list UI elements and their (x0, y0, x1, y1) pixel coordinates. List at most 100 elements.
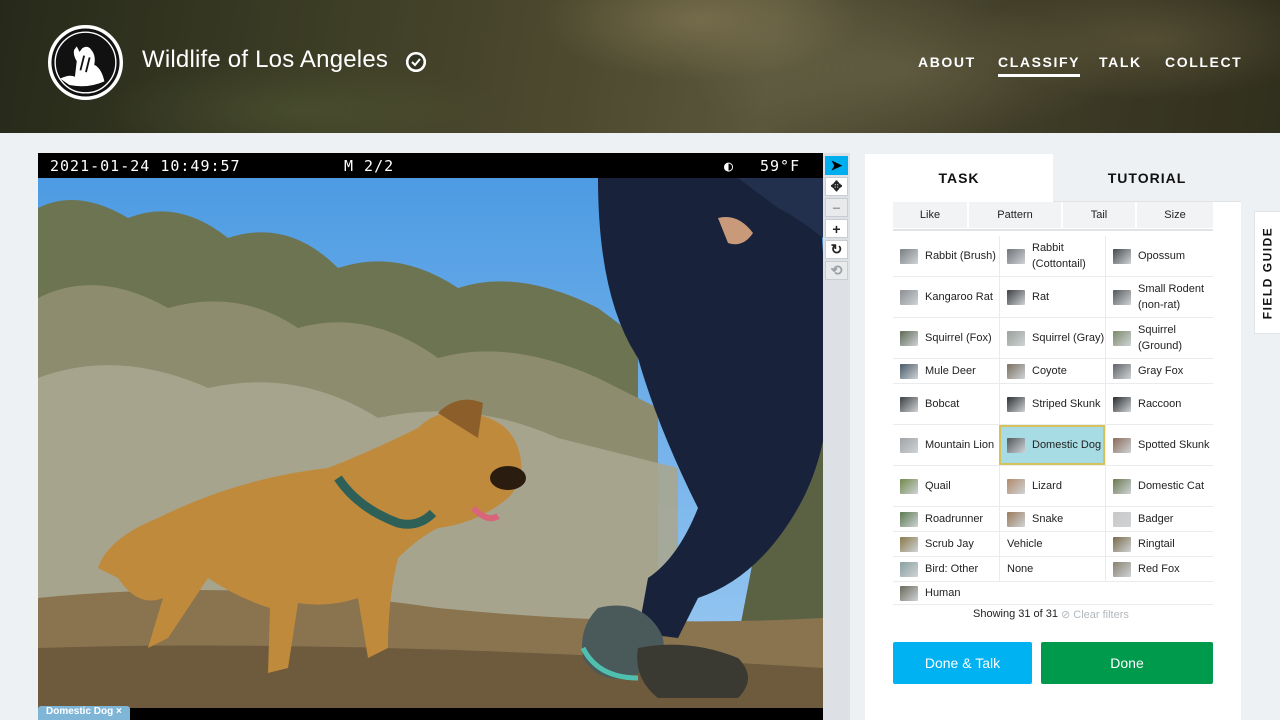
choice-squirrel-fox[interactable]: Squirrel (Fox) (893, 318, 999, 358)
choice-label: Bobcat (925, 398, 960, 410)
choice-thumbnail (1113, 437, 1131, 453)
filter-size[interactable]: Size (1137, 202, 1213, 228)
choice-coyote[interactable]: Coyote (999, 359, 1105, 383)
choice-bird-other[interactable]: Bird: Other (893, 557, 999, 581)
nav-classify[interactable]: CLASSIFY (998, 54, 1081, 77)
choice-thumbnail (1113, 511, 1131, 527)
filter-bar: Like Pattern Tail Size (893, 202, 1213, 228)
choice-label: Gray Fox (1138, 365, 1184, 377)
choice-label: Red Fox (1138, 563, 1180, 575)
move-icon[interactable]: ✥ (825, 177, 848, 196)
verified-badge-icon (406, 52, 426, 72)
choice-thumbnail (900, 585, 918, 601)
choice-gray-fox[interactable]: Gray Fox (1105, 359, 1213, 383)
nav-talk[interactable]: TALK (1099, 54, 1142, 70)
choice-badger[interactable]: Badger (1105, 507, 1213, 531)
choice-thumbnail (1113, 330, 1131, 346)
choice-label: Bird: Other (925, 563, 979, 575)
site-header: Wildlife of Los Angeles ABOUT CLASSIFY T… (0, 0, 1280, 133)
choice-striped-skunk[interactable]: Striped Skunk (999, 384, 1105, 424)
choice-domestic-cat[interactable]: Domestic Cat (1105, 466, 1213, 506)
choice-ringtail[interactable]: Ringtail (1105, 532, 1213, 556)
choice-label: Striped Skunk (1032, 398, 1101, 410)
pointer-icon[interactable]: ➤ (825, 156, 848, 175)
choice-row: Squirrel (Fox) Squirrel (Gray) Squirrel (G… (893, 318, 1213, 359)
choice-thumbnail (1007, 330, 1025, 346)
camera-trap-image[interactable] (38, 178, 823, 708)
choice-row: Scrub Jay Vehicle Ringtail (893, 532, 1213, 557)
field-guide-tab[interactable]: FIELD GUIDE (1254, 211, 1280, 334)
choice-rabbit-brush[interactable]: Rabbit (Brush) (893, 236, 999, 276)
choice-label: None (1007, 563, 1034, 575)
choice-thumbnail (900, 330, 918, 346)
reset-icon[interactable]: ⟲ (825, 261, 848, 280)
done-button[interactable]: Done (1041, 642, 1213, 684)
showing-count: Showing 31 of 31 (973, 608, 1059, 620)
choice-red-fox[interactable]: Red Fox (1105, 557, 1213, 581)
choice-squirrel-ground[interactable]: Squirrel (Ground) (1105, 318, 1213, 358)
choice-quail[interactable]: Quail (893, 466, 999, 506)
choice-row: Bird: Other None Red Fox (893, 557, 1213, 582)
choice-thumbnail (900, 511, 918, 527)
choice-opossum[interactable]: Opossum (1105, 236, 1213, 276)
choice-none[interactable]: None (999, 557, 1105, 581)
filter-divider (893, 229, 1213, 231)
nav-about[interactable]: ABOUT (918, 54, 976, 70)
choice-human[interactable]: Human (893, 582, 999, 604)
choice-snake[interactable]: Snake (999, 507, 1105, 531)
nav-collect[interactable]: COLLECT (1165, 54, 1242, 70)
choice-label: Ringtail (1138, 538, 1175, 550)
subject-viewer[interactable]: 2021-01-24 10:49:57 M 2/2 ◐ 59°F (38, 153, 823, 720)
choice-roadrunner[interactable]: Roadrunner (893, 507, 999, 531)
choice-row: Human (893, 582, 1213, 605)
choice-rabbit-cottontail[interactable]: Rabbit (Cottontail) (999, 236, 1105, 276)
camera-temperature: 59°F (760, 157, 801, 175)
choice-lizard[interactable]: Lizard (999, 466, 1105, 506)
choice-domestic-dog[interactable]: Domestic Dog (999, 425, 1105, 465)
filter-pattern[interactable]: Pattern (969, 202, 1063, 228)
selection-tag[interactable]: Domestic Dog × (38, 706, 130, 720)
choice-thumbnail (900, 478, 918, 494)
choice-raccoon[interactable]: Raccoon (1105, 384, 1213, 424)
clear-filters-link[interactable]: ⊘ Clear filters (1061, 608, 1129, 621)
choice-rat[interactable]: Rat (999, 277, 1105, 317)
choice-mule-deer[interactable]: Mule Deer (893, 359, 999, 383)
zoom-out-icon[interactable]: − (825, 198, 848, 217)
filter-like[interactable]: Like (893, 202, 969, 228)
choice-thumbnail (900, 561, 918, 577)
choice-squirrel-gray[interactable]: Squirrel (Gray) (999, 318, 1105, 358)
choice-thumbnail (1113, 561, 1131, 577)
choice-small-rodent-non-rat[interactable]: Small Rodent (non-rat) (1105, 277, 1213, 317)
choice-label: Rabbit (Brush) (925, 250, 996, 262)
choice-thumbnail (1113, 478, 1131, 494)
choice-thumbnail (900, 248, 918, 264)
moon-phase-icon: ◐ (724, 157, 735, 175)
choice-row: Roadrunner Snake Badger (893, 507, 1213, 532)
rotate-icon[interactable]: ↻ (825, 240, 848, 259)
choice-label: Vehicle (1007, 538, 1043, 550)
tab-task[interactable]: TASK (865, 154, 1053, 202)
filter-tail[interactable]: Tail (1063, 202, 1137, 228)
choice-label: Squirrel (Fox) (925, 332, 992, 344)
choice-label: Badger (1138, 513, 1174, 525)
choice-scrub-jay[interactable]: Scrub Jay (893, 532, 999, 556)
choice-label: Scrub Jay (925, 538, 974, 550)
choice-label: Rat (1032, 291, 1050, 303)
choice-label: Mountain Lion (925, 439, 995, 451)
choice-bobcat[interactable]: Bobcat (893, 384, 999, 424)
camera-info-bar: 2021-01-24 10:49:57 M 2/2 ◐ 59°F (38, 153, 823, 178)
project-logo[interactable] (48, 25, 123, 100)
choice-kangaroo-rat[interactable]: Kangaroo Rat (893, 277, 999, 317)
choice-thumbnail (1007, 363, 1025, 379)
camera-mode: M 2/2 (344, 157, 395, 175)
choice-row: Mule Deer Coyote Gray Fox (893, 359, 1213, 384)
choice-mountain-lion[interactable]: Mountain Lion (893, 425, 999, 465)
choice-vehicle[interactable]: Vehicle (999, 532, 1105, 556)
zoom-in-icon[interactable]: + (825, 219, 848, 238)
camera-timestamp: 2021-01-24 10:49:57 (50, 157, 241, 175)
choice-thumbnail (900, 437, 918, 453)
choice-spotted-skunk[interactable]: Spotted Skunk (1105, 425, 1213, 465)
site-title[interactable]: Wildlife of Los Angeles (142, 46, 388, 74)
tab-tutorial[interactable]: TUTORIAL (1053, 154, 1241, 202)
done-and-talk-button[interactable]: Done & Talk (893, 642, 1032, 684)
